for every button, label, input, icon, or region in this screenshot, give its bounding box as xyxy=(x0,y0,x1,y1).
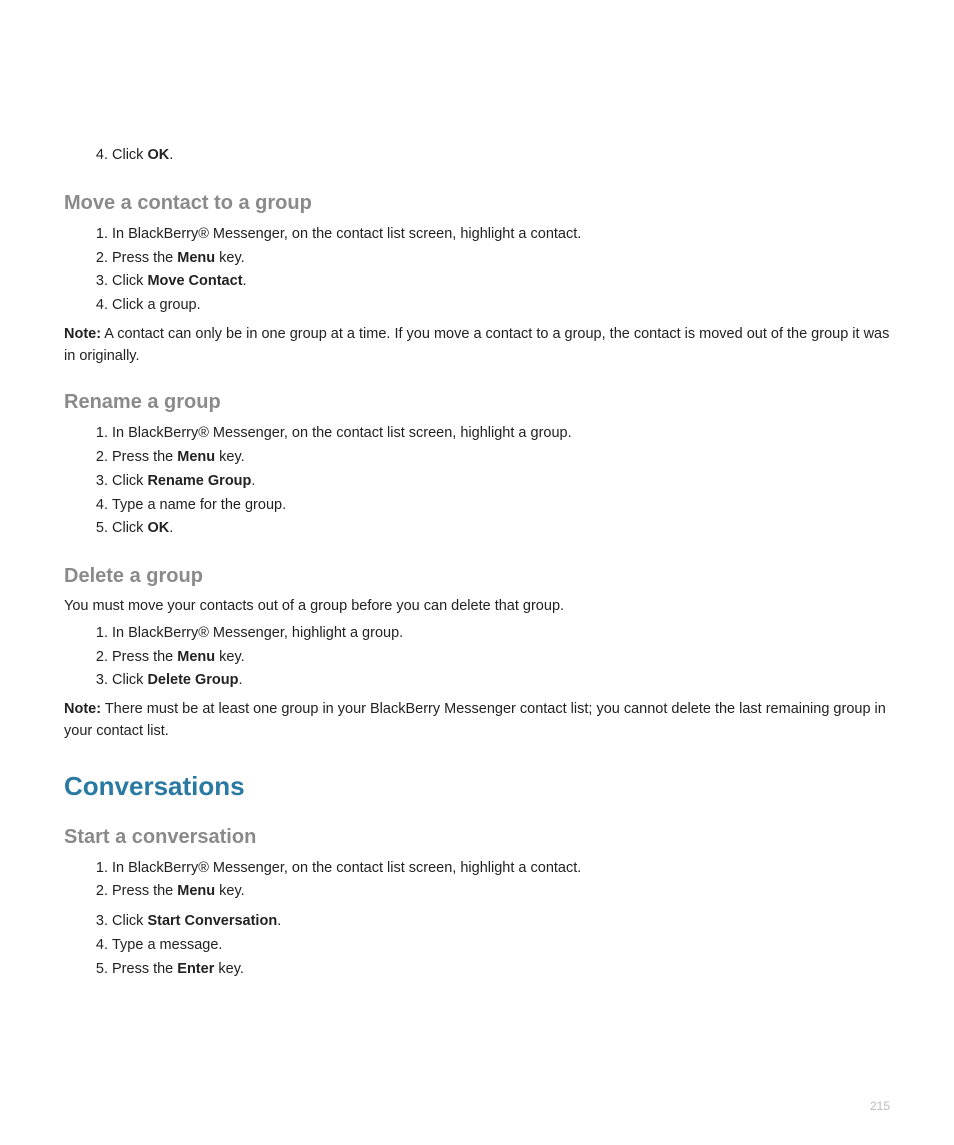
step-text-prefix: Click xyxy=(112,913,147,929)
document-page: Click OK. Move a contact to a group In B… xyxy=(0,0,954,1145)
heading-conversations: Conversations xyxy=(64,771,890,802)
note-label: Note: xyxy=(64,326,101,342)
step-text-prefix: Click xyxy=(112,147,147,163)
list-item: In BlackBerry® Messenger, on the contact… xyxy=(112,422,890,446)
step-text: In BlackBerry® Messenger, on the contact… xyxy=(112,226,581,242)
delete-group-intro: You must move your contacts out of a gro… xyxy=(64,596,890,618)
list-item: Click a group. xyxy=(112,294,890,318)
list-item: Press the Enter key. xyxy=(112,958,890,982)
step-text-suffix: . xyxy=(243,273,247,289)
step-text-prefix: Press the xyxy=(112,961,177,977)
step-text-suffix: . xyxy=(251,473,255,489)
list-item: Click Rename Group. xyxy=(112,470,890,494)
list-item: Click OK. xyxy=(112,517,890,541)
delete-group-note: Note: There must be at least one group i… xyxy=(64,699,890,743)
list-item: In BlackBerry® Messenger, on the contact… xyxy=(112,223,890,247)
list-item: In BlackBerry® Messenger, highlight a gr… xyxy=(112,622,890,646)
step-text-suffix: . xyxy=(239,672,243,688)
heading-start-conversation: Start a conversation xyxy=(64,826,890,849)
step-text-bold: Rename Group xyxy=(147,473,251,489)
list-item: In BlackBerry® Messenger, on the contact… xyxy=(112,857,890,881)
note-body: A contact can only be in one group at a … xyxy=(64,326,889,364)
step-text: Click a group. xyxy=(112,297,201,313)
step-text-suffix: key. xyxy=(215,649,245,665)
note-label: Note: xyxy=(64,701,101,717)
list-item: Click OK. xyxy=(112,144,890,168)
step-text-bold: Menu xyxy=(177,883,215,899)
step-text-suffix: . xyxy=(169,520,173,536)
step-text-prefix: Press the xyxy=(112,649,177,665)
step-text-suffix: key. xyxy=(215,250,245,266)
step-text-suffix: key. xyxy=(215,449,245,465)
list-item: Type a name for the group. xyxy=(112,494,890,518)
step-text-bold: Menu xyxy=(177,449,215,465)
list-item: Press the Menu key. xyxy=(112,880,890,904)
step-text-suffix: . xyxy=(277,913,281,929)
step-text-suffix: . xyxy=(169,147,173,163)
delete-group-steps: In BlackBerry® Messenger, highlight a gr… xyxy=(64,622,890,693)
heading-rename-group: Rename a group xyxy=(64,391,890,414)
step-text-bold: Delete Group xyxy=(147,672,238,688)
step-text-bold: Menu xyxy=(177,649,215,665)
step-text: In BlackBerry® Messenger, on the contact… xyxy=(112,860,581,876)
note-body: There must be at least one group in your… xyxy=(64,701,886,739)
step-text-bold: Menu xyxy=(177,250,215,266)
step-text-suffix: key. xyxy=(214,961,244,977)
step-text-prefix: Click xyxy=(112,273,147,289)
step-text-bold: OK xyxy=(147,147,169,163)
list-item: Click Delete Group. xyxy=(112,669,890,693)
step-text-bold: OK xyxy=(147,520,169,536)
step-text-prefix: Click xyxy=(112,520,147,536)
step-text-bold: Enter xyxy=(177,961,214,977)
list-item: Click Start Conversation. xyxy=(112,910,890,934)
list-item: Press the Menu key. xyxy=(112,646,890,670)
rename-group-steps: In BlackBerry® Messenger, on the contact… xyxy=(64,422,890,541)
move-contact-steps: In BlackBerry® Messenger, on the contact… xyxy=(64,223,890,318)
move-contact-note: Note: A contact can only be in one group… xyxy=(64,324,890,368)
step-text-suffix: key. xyxy=(215,883,245,899)
step-text: In BlackBerry® Messenger, highlight a gr… xyxy=(112,625,403,641)
step-text-prefix: Press the xyxy=(112,883,177,899)
step-text: Type a name for the group. xyxy=(112,497,286,513)
list-item: Press the Menu key. xyxy=(112,247,890,271)
step-text: Type a message. xyxy=(112,937,222,953)
step-text: In BlackBerry® Messenger, on the contact… xyxy=(112,425,572,441)
step-text-bold: Start Conversation xyxy=(147,913,277,929)
heading-move-contact: Move a contact to a group xyxy=(64,192,890,215)
prev-section-steps: Click OK. xyxy=(64,144,890,168)
step-text-prefix: Click xyxy=(112,672,147,688)
step-text-prefix: Press the xyxy=(112,250,177,266)
list-item: Press the Menu key. xyxy=(112,446,890,470)
list-item: Click Move Contact. xyxy=(112,270,890,294)
heading-delete-group: Delete a group xyxy=(64,565,890,588)
step-text-bold: Move Contact xyxy=(147,273,242,289)
step-text-prefix: Press the xyxy=(112,449,177,465)
start-conversation-steps: In BlackBerry® Messenger, on the contact… xyxy=(64,857,890,982)
page-number: 215 xyxy=(870,1099,890,1113)
step-text-prefix: Click xyxy=(112,473,147,489)
list-item: Type a message. xyxy=(112,934,890,958)
